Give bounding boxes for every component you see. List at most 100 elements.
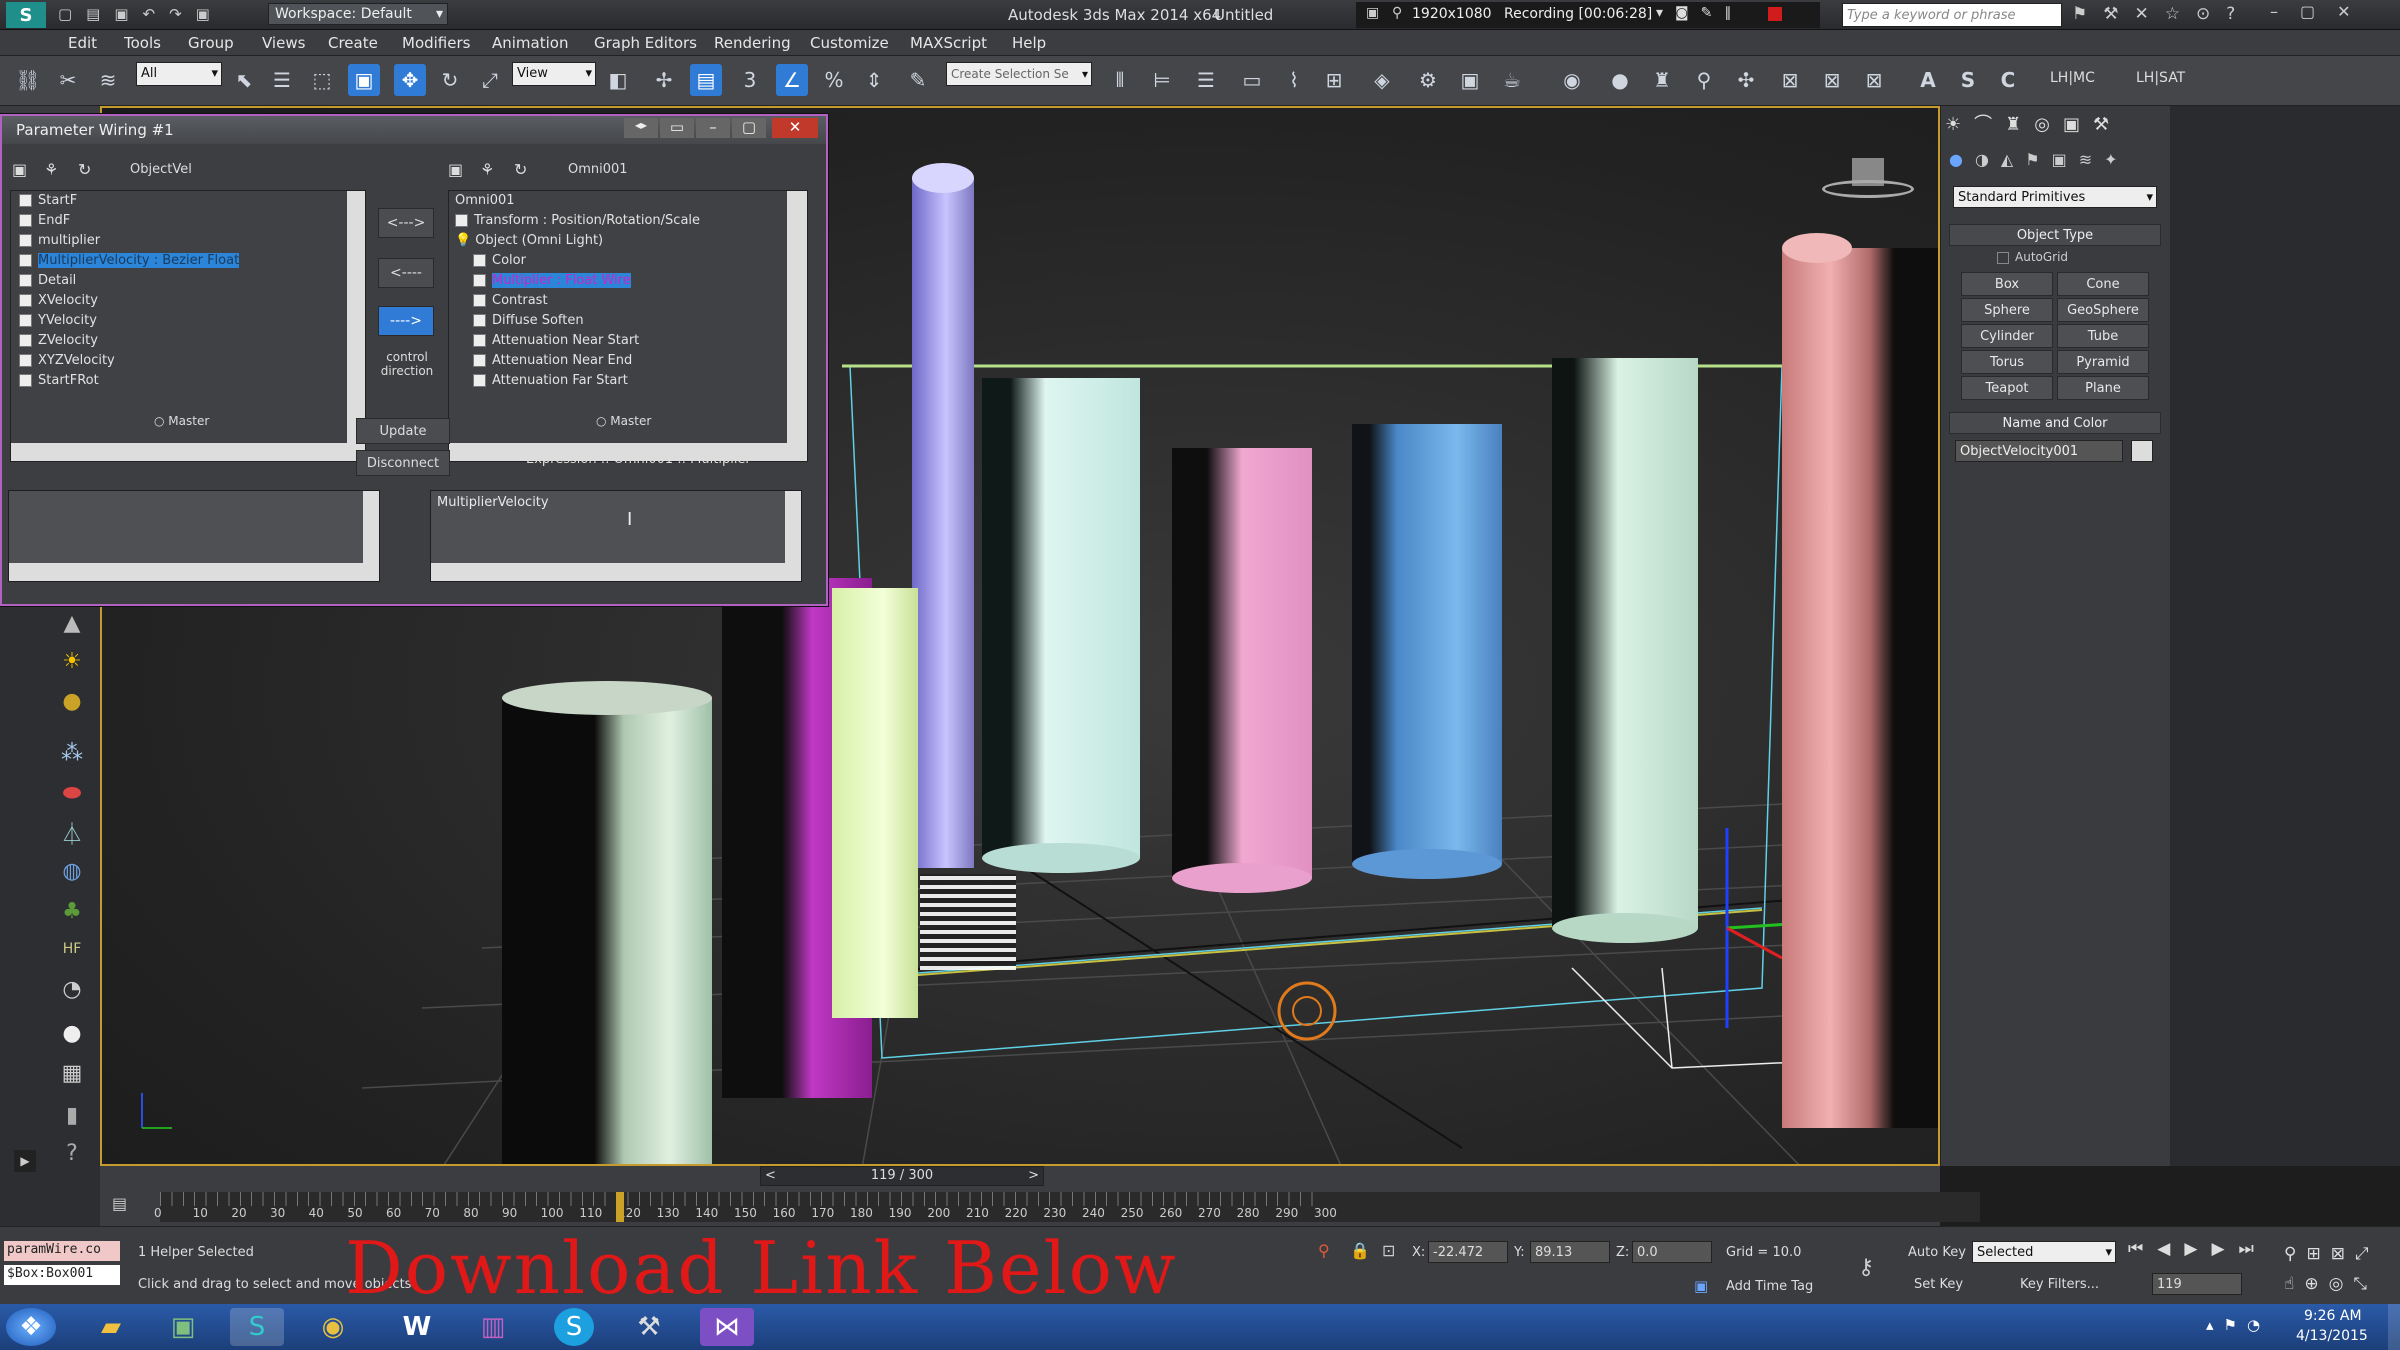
- white-sphere-icon[interactable]: ●: [52, 1016, 92, 1050]
- tray-icons[interactable]: ▴⚑◔: [2206, 1316, 2270, 1334]
- list-item[interactable]: Contrast: [473, 293, 548, 313]
- capsule-icon[interactable]: ⬬: [52, 776, 92, 810]
- particles-icon[interactable]: ⁂: [52, 736, 92, 770]
- slider-next-icon[interactable]: >: [1028, 1167, 1039, 1185]
- cone-icon[interactable]: ▲: [52, 606, 92, 640]
- keyboard-shortcut-icon[interactable]: ▤: [690, 64, 722, 96]
- list-item[interactable]: Color: [473, 253, 526, 273]
- list-item[interactable]: XYZVelocity: [19, 353, 115, 373]
- cylinder-button[interactable]: Cylinder: [1961, 324, 2053, 348]
- 3dsmax-taskbar-icon[interactable]: S: [230, 1308, 284, 1346]
- wire-left-to-right-button[interactable]: ---->: [378, 306, 434, 336]
- curve-editor-icon[interactable]: ⌇: [1278, 64, 1310, 96]
- menu-maxscript[interactable]: MAXScript: [910, 34, 987, 52]
- list-item[interactable]: Attenuation Near Start: [473, 333, 639, 353]
- trackbar[interactable]: 0 10 20 30 40 50 60 70 80 90 100 110 120 130 140 150 160…: [154, 1192, 1980, 1222]
- master-radio-right[interactable]: ○ Master: [596, 414, 651, 428]
- window-controls[interactable]: –▢✕: [2270, 2, 2373, 21]
- start-button-icon[interactable]: ❖: [6, 1308, 56, 1346]
- time-slider[interactable]: < 119 / 300 >: [760, 1166, 1044, 1186]
- list-item[interactable]: StartF: [19, 193, 77, 213]
- rendered-frame-icon[interactable]: ▣: [1454, 64, 1486, 96]
- maxscript-listener-line2[interactable]: $Box:Box001: [4, 1265, 120, 1285]
- list-item[interactable]: Attenuation Far Start: [473, 373, 628, 393]
- menu-create[interactable]: Create: [328, 34, 378, 52]
- current-frame-field[interactable]: 119: [2152, 1273, 2242, 1295]
- z-coordinate-field[interactable]: 0.0: [1632, 1241, 1712, 1263]
- render-setup-icon[interactable]: ⚙: [1412, 64, 1444, 96]
- cone-button[interactable]: Cone: [2057, 272, 2149, 296]
- script-label-2[interactable]: LH|SAT: [2136, 70, 2185, 86]
- bucket-icon[interactable]: ▮: [52, 1098, 92, 1132]
- tripod-icon[interactable]: ⏃: [52, 816, 92, 850]
- menu-tools[interactable]: Tools: [124, 34, 161, 52]
- link-icon[interactable]: ⛓: [12, 64, 44, 96]
- layer-manager-icon[interactable]: ☰: [1190, 64, 1222, 96]
- clock-date[interactable]: 4/13/2015: [2296, 1328, 2368, 1344]
- close-icon[interactable]: ✕: [772, 118, 818, 138]
- selection-region-icon[interactable]: ⬚: [306, 64, 338, 96]
- percent-snap-icon[interactable]: %: [818, 64, 850, 96]
- sphere-button[interactable]: Sphere: [1961, 298, 2053, 322]
- left-expression-textarea[interactable]: [8, 490, 380, 582]
- grid-icon[interactable]: ▦: [52, 1056, 92, 1090]
- recorder-controls[interactable]: ▾◙✎∥: [1656, 5, 1743, 21]
- info-center-icons[interactable]: ⚑⚒✕☆⊙?: [2072, 4, 2251, 24]
- list-item[interactable]: Diffuse Soften: [473, 313, 584, 333]
- sun-icon[interactable]: ☀: [52, 644, 92, 678]
- box-button[interactable]: Box: [1961, 272, 2053, 296]
- globe-icon[interactable]: ◍: [52, 854, 92, 888]
- a-tool-icon[interactable]: A: [1912, 64, 1944, 96]
- list-item-selected[interactable]: MultiplierVelocity : Bezier Float: [19, 253, 240, 273]
- menu-animation[interactable]: Animation: [492, 34, 568, 52]
- object-color-swatch[interactable]: [2131, 440, 2153, 462]
- visual-studio-icon[interactable]: ⋈: [700, 1308, 754, 1346]
- create-category-icons[interactable]: ●◑◭⚑▣≋✦: [1949, 150, 2163, 174]
- sphere-icon[interactable]: ●: [52, 684, 92, 718]
- maxscript-listener-line1[interactable]: paramWire.co: [4, 1241, 120, 1261]
- x-coordinate-field[interactable]: -22.472: [1428, 1241, 1508, 1263]
- clock-time[interactable]: 9:26 AM: [2304, 1308, 2362, 1324]
- list-item[interactable]: ZVelocity: [19, 333, 98, 353]
- extra-tool-2-icon[interactable]: ●: [1604, 64, 1636, 96]
- extra-tool-6-icon[interactable]: ⊠: [1774, 64, 1806, 96]
- list-item[interactable]: multiplier: [19, 233, 100, 253]
- extra-tool-4-icon[interactable]: ⚲: [1688, 64, 1720, 96]
- list-item[interactable]: Omni001: [455, 193, 515, 213]
- spinner-snap-icon[interactable]: ⇕: [858, 64, 890, 96]
- expand-arrow-icon[interactable]: ▶: [14, 1150, 36, 1172]
- select-rotate-icon[interactable]: ↻: [434, 64, 466, 96]
- particle-cube[interactable]: [920, 874, 1016, 970]
- transform-mode-icon[interactable]: ⊡: [1382, 1241, 1395, 1260]
- object-type-rollout[interactable]: Object Type: [1949, 224, 2161, 246]
- quick-access-icons[interactable]: ▢▤▣↶↷▣: [58, 5, 224, 23]
- app-logo-icon[interactable]: S: [6, 2, 46, 28]
- list-item[interactable]: Transform : Position/Rotation/Scale: [455, 213, 700, 233]
- angle-snap-icon[interactable]: ∠: [776, 64, 808, 96]
- script-label-1[interactable]: LH|MC: [2050, 70, 2095, 86]
- menu-graph-editors[interactable]: Graph Editors: [594, 34, 697, 52]
- snaps-toggle-icon[interactable]: 3: [734, 64, 766, 96]
- extra-tool-5-icon[interactable]: ✣: [1730, 64, 1762, 96]
- key-mode-dropdown[interactable]: Selected ▾: [1972, 1241, 2116, 1263]
- bind-space-warp-icon[interactable]: ≋: [92, 64, 124, 96]
- cylinder-mint[interactable]: [982, 378, 1140, 873]
- archive-icon[interactable]: ▥: [466, 1308, 520, 1346]
- tube-button[interactable]: Tube: [2057, 324, 2149, 348]
- viewcube[interactable]: [1822, 158, 1914, 208]
- teapot-button[interactable]: Teapot: [1961, 376, 2053, 400]
- object-name-field[interactable]: ObjectVelocity001: [1955, 440, 2123, 462]
- set-key-button[interactable]: Set Key: [1914, 1277, 1963, 1292]
- selection-filter-dropdown[interactable]: All ▾: [136, 62, 222, 86]
- list-item[interactable]: 💡 Object (Omni Light): [455, 233, 603, 253]
- select-scale-icon[interactable]: ⤢: [474, 64, 506, 96]
- menu-edit[interactable]: Edit: [68, 34, 97, 52]
- wire-right-to-left-button[interactable]: <----: [378, 258, 434, 288]
- menu-views[interactable]: Views: [262, 34, 305, 52]
- workspace-dropdown[interactable]: Workspace: Default ▾: [268, 3, 448, 25]
- named-selection-dropdown[interactable]: Create Selection Se ▾: [946, 62, 1092, 86]
- word-icon[interactable]: W: [390, 1308, 444, 1346]
- cylinder-seafoam-tall[interactable]: [1552, 358, 1698, 943]
- nav-arrows-icon[interactable]: ◂▸: [624, 118, 658, 138]
- menu-modifiers[interactable]: Modifiers: [402, 34, 470, 52]
